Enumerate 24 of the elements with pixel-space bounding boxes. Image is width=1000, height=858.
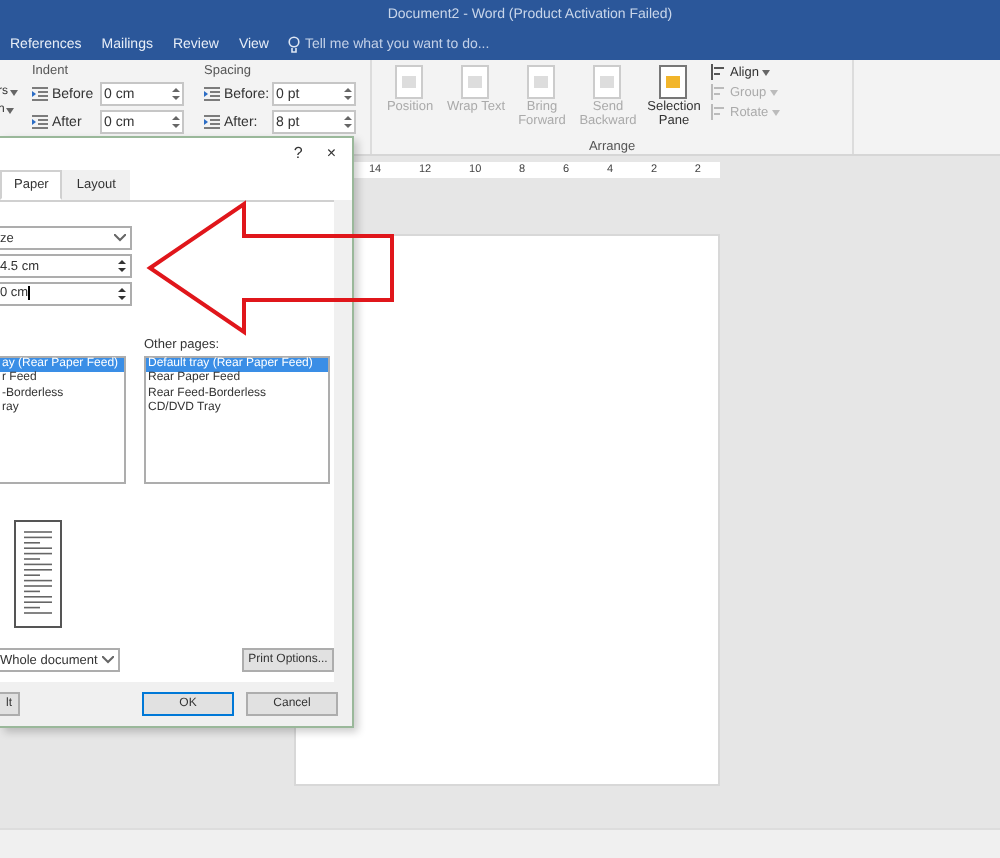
- spinner-arrows-icon: [172, 114, 180, 130]
- close-button[interactable]: ×: [326, 143, 336, 161]
- caret-icon: [10, 89, 18, 95]
- spinner-arrows-icon: [344, 114, 352, 130]
- chevron-down-icon: [102, 656, 114, 664]
- spinner-arrows-icon: [172, 86, 180, 102]
- align-icon: [710, 64, 726, 80]
- lightbulb-icon: [288, 36, 301, 54]
- spinner-arrows-icon: [118, 286, 126, 302]
- spinner-arrows-icon: [118, 258, 126, 274]
- indent-icon: [32, 114, 48, 130]
- caret-icon: [762, 69, 771, 75]
- caret-icon: [770, 89, 779, 95]
- indent-icon: [32, 86, 48, 102]
- chevron-down-icon: [114, 234, 126, 242]
- spacing-icon: [204, 86, 220, 102]
- caret-icon: [6, 107, 15, 113]
- align-icon: [710, 84, 726, 100]
- spacing-icon: [204, 114, 220, 130]
- spinner-arrows-icon: [344, 86, 352, 102]
- help-button[interactable]: ?: [293, 143, 303, 161]
- caret-icon: [772, 109, 781, 115]
- align-icon: [710, 104, 726, 120]
- page-preview-icon: [14, 520, 62, 628]
